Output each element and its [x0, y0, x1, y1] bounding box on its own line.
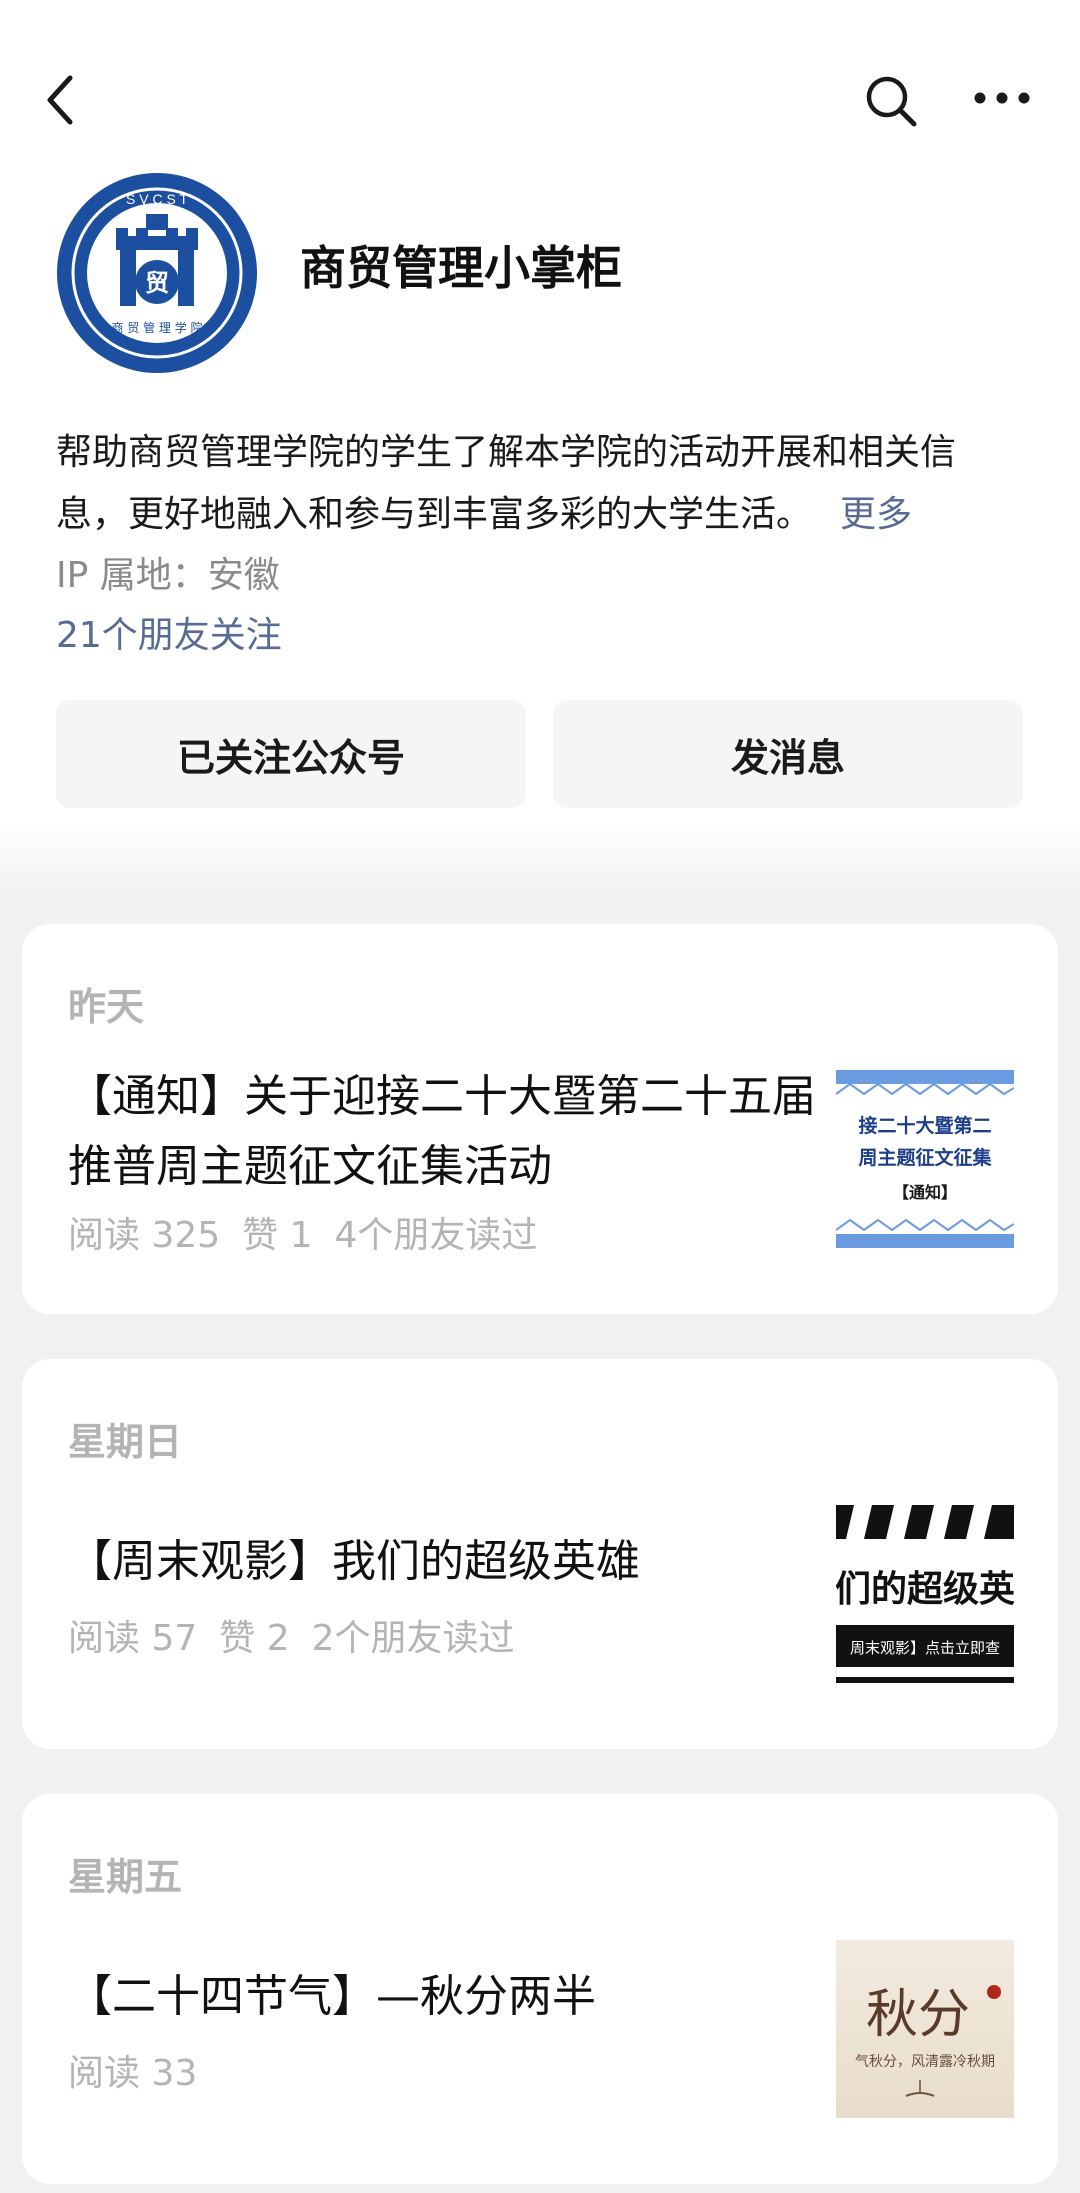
thumb-line-2: 气秋分，风清露冷秋期: [855, 2054, 995, 2070]
article-meta: 阅读 325 赞 1 4个朋友读过: [68, 1206, 559, 1258]
logo-ring-text: S V C S T: [126, 191, 188, 207]
account-description: 帮助商贸管理学院的学生了解本学院的活动开展和相关信息，更好地融入和参与到丰富多彩…: [56, 422, 1026, 546]
friends-follow-link[interactable]: 21个朋友关注: [56, 606, 282, 658]
friends-read: 2个朋友读过: [311, 1618, 515, 1659]
read-count: 阅读 57: [68, 1618, 198, 1659]
account-name: 商贸管理小掌柜: [300, 241, 622, 295]
article-card[interactable]: 昨天 【通知】关于迎接二十大暨第二十五届推普周主题征文征集活动 阅读 325 赞 …: [22, 924, 1058, 1314]
send-message-button[interactable]: 发消息: [553, 700, 1023, 808]
search-icon[interactable]: [862, 72, 920, 130]
article-thumbnail[interactable]: 秋分 气秋分，风清露冷秋期: [836, 1940, 1014, 2118]
like-count: 赞 2: [219, 1618, 290, 1659]
article-card[interactable]: 星期五 【二十四节气】—秋分两半 阅读 33 秋分 气秋分，风清露冷秋期: [22, 1794, 1058, 2184]
article-card[interactable]: 星期日 【周末观影】我们的超级英雄 阅读 57 赞 2 2个朋友读过 们的超级英 周…: [22, 1359, 1058, 1749]
thumb-line-3: 【通知】: [893, 1183, 957, 1202]
friends-read: 4个朋友读过: [334, 1215, 538, 1256]
article-date: 星期五: [68, 1855, 183, 1899]
thumb-line-1: 接二十大暨第二: [858, 1114, 991, 1137]
followed-button[interactable]: 已关注公众号: [56, 700, 526, 808]
back-icon[interactable]: [40, 70, 90, 130]
article-date: 昨天: [68, 985, 145, 1029]
article-title[interactable]: 【二十四节气】—秋分两半: [68, 1962, 828, 2032]
read-count: 阅读 325: [68, 1215, 221, 1256]
article-meta: 阅读 57 赞 2 2个朋友读过: [68, 1609, 537, 1661]
logo-center-text: 贸: [145, 269, 169, 297]
thumb-line-1: 们的超级英: [836, 1569, 1014, 1610]
logo-bottom-text: 商 贸 管 理 学 院: [111, 320, 202, 335]
more-icon[interactable]: [972, 78, 1032, 118]
read-count: 阅读 33: [68, 2053, 198, 2094]
more-link[interactable]: 更多: [840, 494, 912, 535]
article-date: 星期日: [68, 1420, 183, 1464]
description-text: 帮助商贸管理学院的学生了解本学院的活动开展和相关信息，更好地融入和参与到丰富多彩…: [56, 432, 957, 535]
account-logo[interactable]: S V C S T 贸 商 贸 管 理 学 院: [54, 170, 260, 376]
ip-location: IP 属地：安徽: [56, 555, 280, 596]
article-meta: 阅读 33: [68, 2044, 219, 2096]
article-thumbnail[interactable]: 接二十大暨第二 周主题征文征集 【通知】: [836, 1070, 1014, 1248]
article-thumbnail[interactable]: 们的超级英 周末观影】点击立即查: [836, 1505, 1014, 1683]
like-count: 赞 1: [242, 1215, 313, 1256]
thumb-line-2: 周主题征文征集: [858, 1146, 992, 1169]
thumb-line-2: 周末观影】点击立即查: [850, 1639, 1000, 1657]
thumb-line-1: 秋分: [866, 1985, 970, 2045]
article-title[interactable]: 【通知】关于迎接二十大暨第二十五届推普周主题征文征集活动: [68, 1062, 828, 1202]
article-title[interactable]: 【周末观影】我们的超级英雄: [68, 1527, 828, 1597]
